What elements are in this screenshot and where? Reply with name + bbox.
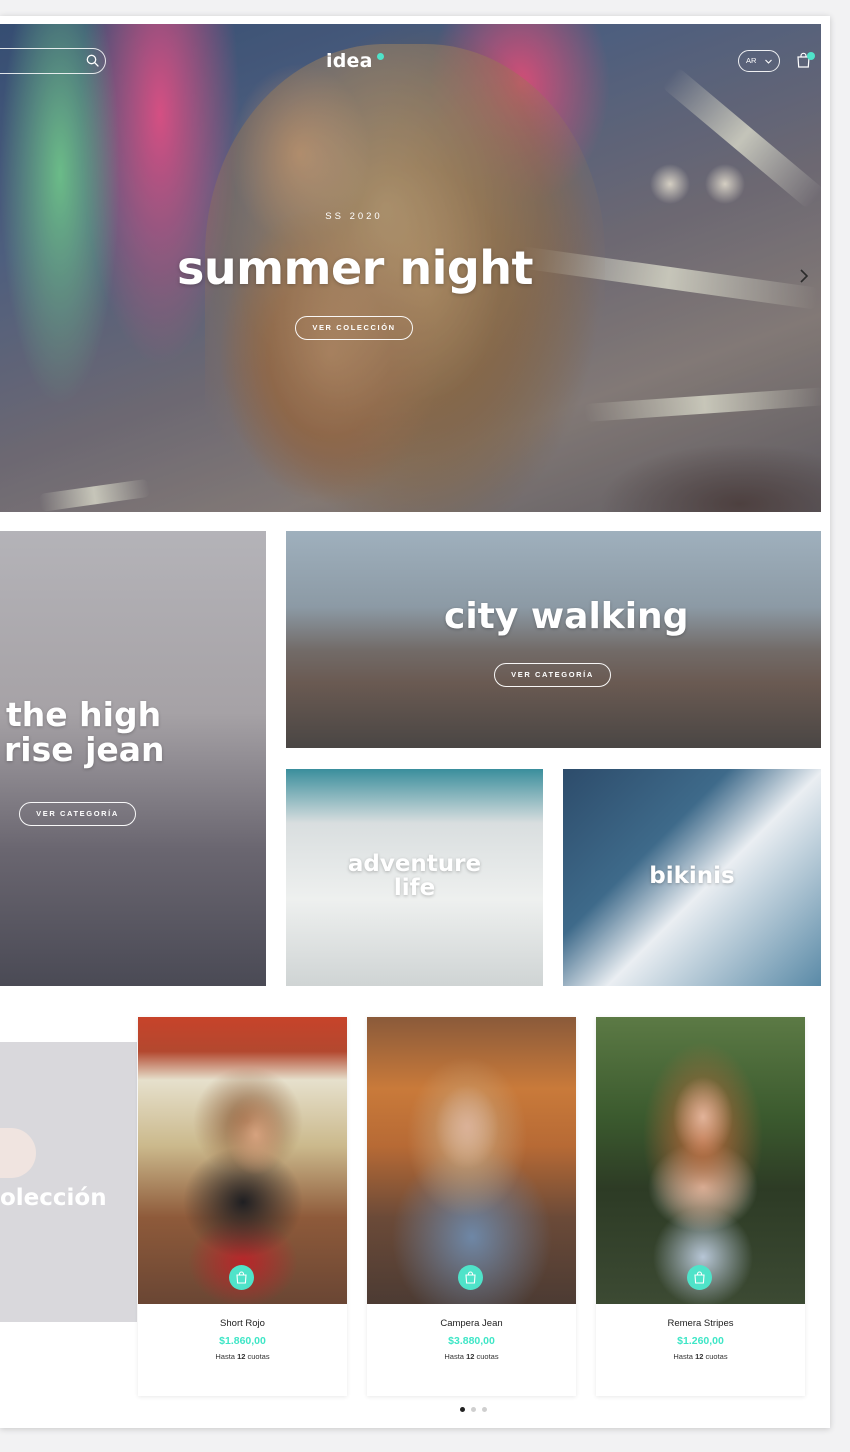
logo[interactable]: idea bbox=[326, 50, 373, 72]
add-to-cart-button[interactable] bbox=[458, 1265, 483, 1290]
category-title: city walking bbox=[444, 596, 689, 637]
category-title: bikinis bbox=[649, 863, 735, 889]
collection-tile[interactable] bbox=[0, 1042, 137, 1322]
logo-dot bbox=[377, 53, 384, 60]
product-name[interactable]: Short Rojo bbox=[138, 1318, 347, 1329]
category-title: adventure life bbox=[347, 851, 482, 902]
category-title: the high rise jean bbox=[4, 695, 165, 769]
page: idea AR SS 2020 summer night VER COLECCI… bbox=[0, 16, 830, 1428]
shopping-bag-icon bbox=[236, 1271, 247, 1284]
carousel-dot[interactable] bbox=[482, 1407, 487, 1412]
product-card[interactable]: Campera Jean $3.880,00 Hasta 12 cuotas bbox=[367, 1017, 576, 1396]
hero-title: summer night bbox=[176, 241, 534, 295]
chevron-right-icon[interactable] bbox=[798, 268, 810, 284]
cart-count-badge bbox=[807, 52, 815, 60]
shopping-bag-icon bbox=[465, 1271, 476, 1284]
product-card[interactable]: Short Rojo $1.860,00 Hasta 12 cuotas bbox=[138, 1017, 347, 1396]
add-to-cart-button[interactable] bbox=[687, 1265, 712, 1290]
carousel-dot-active[interactable] bbox=[460, 1407, 465, 1412]
product-price: $1.860,00 bbox=[219, 1335, 266, 1347]
category-high-rise-jean[interactable]: the high rise jean VER CATEGORÍA bbox=[0, 531, 266, 986]
language-selector[interactable]: AR bbox=[738, 50, 780, 72]
view-category-button[interactable]: VER CATEGORÍA bbox=[19, 802, 136, 826]
carousel-dot[interactable] bbox=[471, 1407, 476, 1412]
product-card[interactable]: Remera Stripes $1.260,00 Hasta 12 cuotas bbox=[596, 1017, 805, 1396]
product-installments: Hasta 12 cuotas bbox=[673, 1352, 728, 1361]
language-label: AR bbox=[746, 56, 757, 65]
category-bikinis[interactable]: bikinis bbox=[563, 769, 821, 986]
hero-season: SS 2020 bbox=[325, 211, 383, 222]
chevron-down-icon bbox=[765, 59, 772, 64]
category-city-walking[interactable]: city walking VER CATEGORÍA bbox=[286, 531, 821, 748]
product-image[interactable] bbox=[138, 1017, 347, 1304]
product-image[interactable] bbox=[596, 1017, 805, 1304]
view-collection-button[interactable]: VER COLECCIÓN bbox=[295, 316, 413, 340]
product-price: $3.880,00 bbox=[448, 1335, 495, 1347]
product-name[interactable]: Campera Jean bbox=[367, 1318, 576, 1329]
product-name[interactable]: Remera Stripes bbox=[596, 1318, 805, 1329]
product-price: $1.260,00 bbox=[677, 1335, 724, 1347]
search-icon[interactable] bbox=[86, 54, 99, 67]
product-image[interactable] bbox=[367, 1017, 576, 1304]
collection-title: olección bbox=[0, 1185, 107, 1211]
product-installments: Hasta 12 cuotas bbox=[215, 1352, 270, 1361]
shopping-bag-icon bbox=[694, 1271, 705, 1284]
add-to-cart-button[interactable] bbox=[229, 1265, 254, 1290]
hero-slide-dot[interactable] bbox=[357, 515, 362, 520]
product-installments: Hasta 12 cuotas bbox=[444, 1352, 499, 1361]
view-category-button[interactable]: VER CATEGORÍA bbox=[494, 663, 611, 687]
category-adventure-life[interactable]: adventure life bbox=[286, 769, 543, 986]
